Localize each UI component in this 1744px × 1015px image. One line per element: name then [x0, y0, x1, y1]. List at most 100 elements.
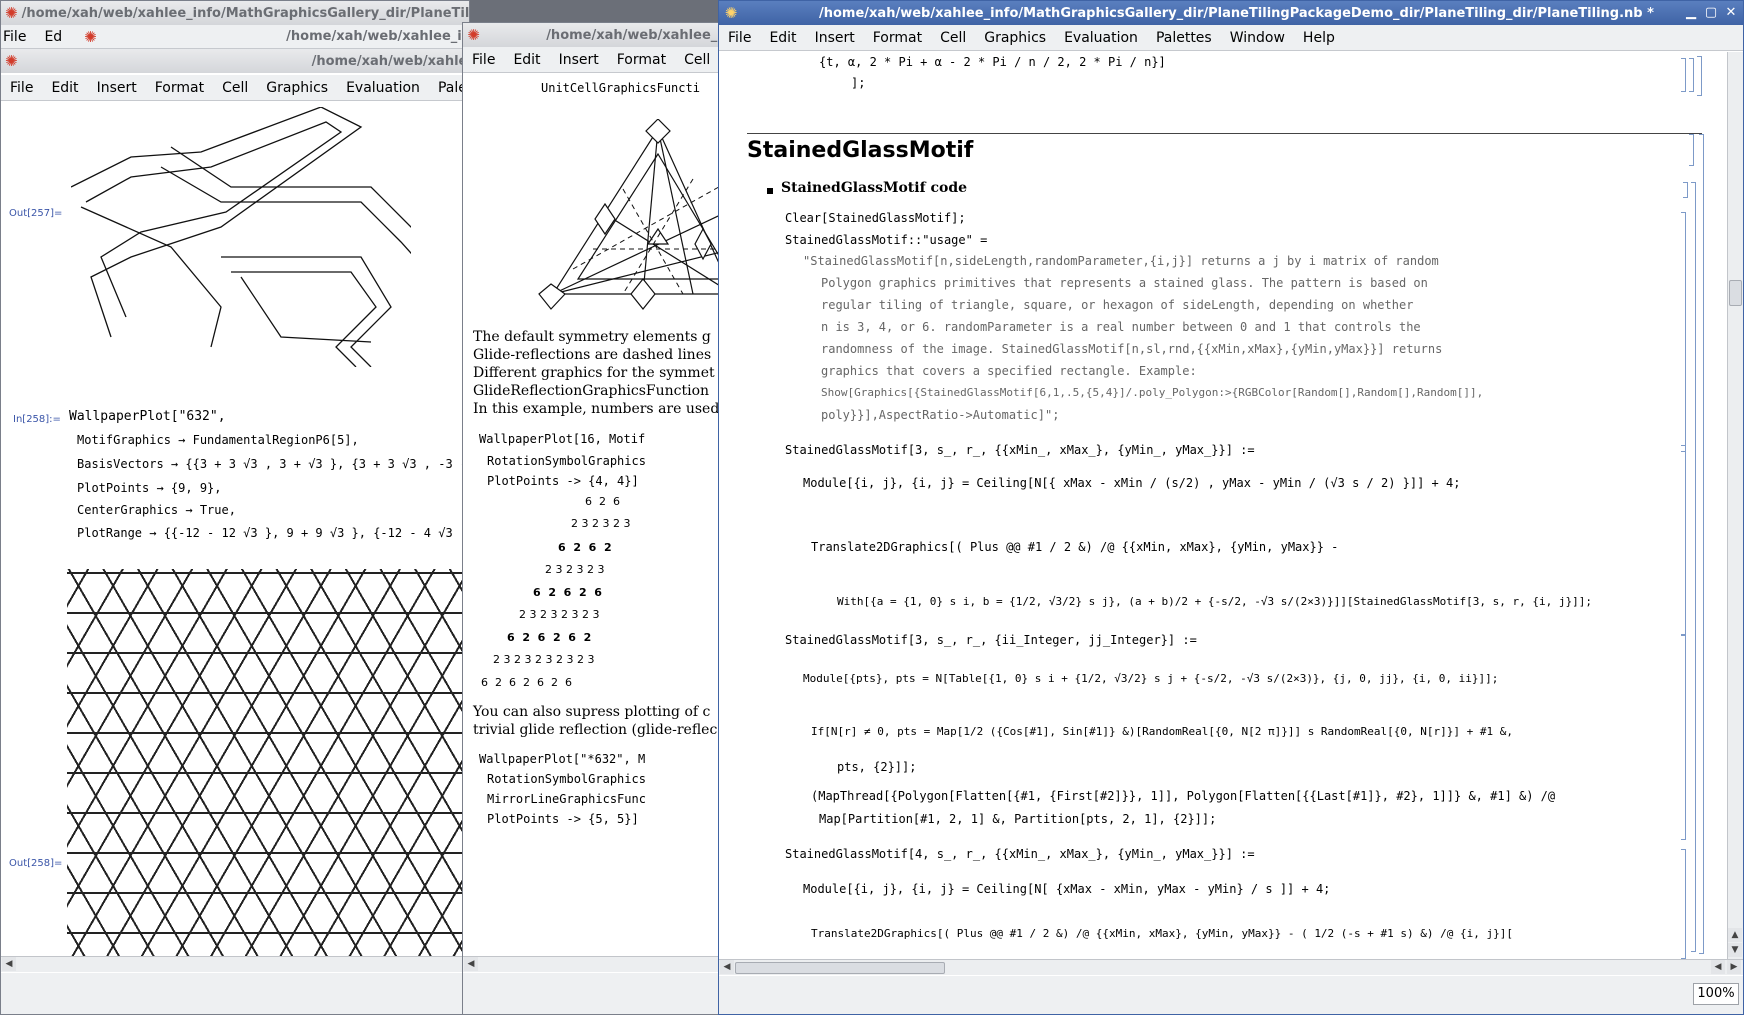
code-line[interactable]: PlotPoints -> {5, 5}] [487, 812, 639, 826]
menu-palettes[interactable]: Palettes [1147, 30, 1221, 46]
menu-format[interactable]: Format [146, 80, 213, 96]
code-line[interactable]: WallpaperPlot[16, Motif [479, 432, 645, 446]
cell-bracket[interactable] [1697, 56, 1702, 96]
scroll-up-arrow-icon[interactable]: ▲ [1728, 928, 1742, 942]
front-horizontal-scrollbar[interactable]: ◀ ◀ ▶ [719, 959, 1743, 975]
code-line[interactable]: PlotRange → {{-12 - 12 √3 }, 9 + 9 √3 },… [77, 526, 467, 540]
middle-horizontal-scrollbar[interactable]: ◀ [463, 956, 731, 972]
menu-file[interactable]: File [1, 80, 42, 96]
cell-bracket[interactable] [1689, 134, 1694, 166]
front-vertical-scrollbar[interactable]: ▲ ▼ [1727, 52, 1743, 959]
menu-format[interactable]: Format [608, 52, 675, 68]
code-line[interactable]: pts, {2}]]; [837, 760, 916, 774]
cell-bracket[interactable] [1691, 182, 1696, 952]
code-line[interactable]: CenterGraphics → True, [77, 503, 236, 517]
code-line[interactable]: RotationSymbolGraphics [487, 454, 646, 468]
code-line[interactable]: StainedGlassMotif[4, s_, r_, {{xMin_, xM… [785, 847, 1255, 861]
code-line[interactable]: PlotPoints -> {4, 4}] [487, 474, 639, 488]
left-horizontal-scrollbar[interactable]: ◀ [1, 956, 469, 972]
usage-string-line[interactable]: "StainedGlassMotif[n,sideLength,randomPa… [803, 254, 1439, 268]
minimize-icon[interactable]: ▁ [1683, 5, 1699, 21]
code-line[interactable]: With[{a = {1, 0} s i, b = {1/2, √3/2} s … [837, 595, 1592, 608]
menu-window[interactable]: Window [1221, 30, 1294, 46]
menu-edit[interactable]: Edit [504, 52, 549, 68]
code-line[interactable]: RotationSymbolGraphics [487, 772, 646, 786]
code-line[interactable]: WallpaperPlot["632", [69, 409, 226, 424]
close-icon[interactable]: ✕ [1723, 5, 1739, 21]
usage-string-line[interactable]: poly}}],AspectRatio->Automatic]"; [821, 408, 1059, 422]
code-line[interactable]: StainedGlassMotif::"usage" = [785, 233, 987, 247]
scroll-left-arrow-icon[interactable]: ◀ [720, 960, 734, 974]
usage-string-line[interactable]: n is 3, 4, or 6. randomParameter is a re… [821, 320, 1421, 334]
code-line[interactable]: UnitCellGraphicsFuncti [541, 81, 700, 95]
code-line[interactable]: Clear[StainedGlassMotif]; [785, 211, 966, 225]
scroll-left-arrow-icon[interactable]: ◀ [1711, 960, 1725, 974]
cell-bracket[interactable] [1681, 849, 1686, 959]
code-line[interactable]: StainedGlassMotif[3, s_, r_, {{xMin_, xM… [785, 443, 1255, 457]
front-window-titlebar[interactable]: ✺ /home/xah/web/xahlee_info/MathGraphics… [719, 1, 1743, 25]
code-line[interactable]: Translate2DGraphics[( Plus @@ #1 / 2 &) … [811, 540, 1338, 554]
usage-string-line[interactable]: graphics that covers a specified rectang… [821, 364, 1197, 378]
menu-edit[interactable]: Edit [760, 30, 805, 46]
code-line[interactable]: If[N[r] ≠ 0, pts = Map[1/2 ({Cos[#1], Si… [811, 725, 1513, 738]
code-line[interactable]: Map[Partition[#1, 2, 1] &, Partition[pts… [819, 812, 1216, 826]
subsection-title[interactable]: StainedGlassMotif code [781, 180, 967, 196]
code-line[interactable]: Module[{pts}, pts = N[Table[{1, 0} s i +… [803, 672, 1498, 685]
scroll-left-arrow-icon[interactable]: ◀ [464, 957, 478, 971]
menu-evaluation[interactable]: Evaluation [1055, 30, 1147, 46]
left-window-titlebar[interactable]: ✺ /home/xah/web/xahlee_info/MathGraphics… [1, 1, 469, 25]
output-label-258: Out[258]= [9, 858, 63, 869]
menu-cell[interactable]: Cell [931, 30, 975, 46]
scroll-down-arrow-icon[interactable]: ▼ [1728, 943, 1742, 957]
cell-bracket[interactable] [1689, 58, 1694, 92]
code-line[interactable]: StainedGlassMotif[3, s_, r_, {ii_Integer… [785, 633, 1197, 647]
usage-string-line[interactable]: Polygon graphics primitives that represe… [821, 276, 1428, 290]
mathematica-star-icon: ✺ [84, 27, 97, 46]
menu-file[interactable]: File [719, 30, 760, 46]
middle-window-titlebar[interactable]: ✺ /home/xah/web/xahlee_in [463, 23, 731, 47]
section-title[interactable]: StainedGlassMotif [747, 138, 973, 163]
menu-insert[interactable]: Insert [88, 80, 146, 96]
code-line[interactable]: (MapThread[{Polygon[Flatten[{#1, {First[… [811, 789, 1555, 803]
code-line[interactable]: Translate2DGraphics[( Plus @@ #1 / 2 &) … [811, 927, 1513, 940]
code-line[interactable]: PlotPoints → {9, 9}, [77, 481, 222, 495]
scroll-right-arrow-icon[interactable]: ▶ [1727, 960, 1741, 974]
usage-string-line[interactable]: randomness of the image. StainedGlassMot… [821, 342, 1442, 356]
menu-insert[interactable]: Insert [806, 30, 864, 46]
code-line[interactable]: Module[{i, j}, {i, j} = Ceiling[N[ {xMax… [803, 882, 1330, 896]
code-line[interactable]: {t, α, 2 * Pi + α - 2 * Pi / n / 2, 2 * … [819, 55, 1166, 69]
cell-bracket[interactable] [1699, 134, 1704, 954]
maximize-icon[interactable]: ▢ [1703, 5, 1719, 21]
symmetry-number-row: 6 2 6 2 [558, 541, 612, 554]
menu-graphics[interactable]: Graphics [257, 80, 337, 96]
menu-cell[interactable]: Cell [675, 52, 719, 68]
cell-bracket[interactable] [1681, 445, 1686, 635]
menu-format[interactable]: Format [864, 30, 931, 46]
cell-bracket[interactable] [1681, 212, 1686, 452]
code-line[interactable]: Module[{i, j}, {i, j} = Ceiling[N[{ xMax… [803, 476, 1460, 490]
code-line[interactable]: BasisVectors → {{3 + 3 √3 , 3 + √3 }, {3… [77, 457, 467, 471]
menu-file-partial[interactable]: File [1, 29, 35, 45]
usage-string-line[interactable]: Show[Graphics[{StainedGlassMotif[6,1,.5,… [821, 386, 1483, 399]
code-line[interactable]: ]; [851, 76, 865, 90]
menu-graphics[interactable]: Graphics [975, 30, 1055, 46]
zoom-level[interactable]: 100% [1693, 983, 1739, 1005]
code-line[interactable]: MirrorLineGraphicsFunc [487, 792, 646, 806]
cell-bracket[interactable] [1681, 58, 1686, 92]
code-line[interactable]: MotifGraphics → FundamentalRegionP6[5], [77, 433, 359, 447]
vertical-scroll-thumb[interactable] [1729, 280, 1742, 306]
cell-bracket[interactable] [1683, 182, 1688, 198]
code-line[interactable]: WallpaperPlot["*632", M [479, 752, 645, 766]
cell-bracket[interactable] [1681, 635, 1686, 840]
menu-file[interactable]: File [463, 52, 504, 68]
horizontal-scroll-thumb[interactable] [735, 962, 945, 974]
usage-string-line[interactable]: regular tiling of triangle, square, or h… [821, 298, 1413, 312]
menu-edit-partial[interactable]: Ed [35, 29, 71, 45]
menu-cell[interactable]: Cell [213, 80, 257, 96]
left-back-titlebar[interactable]: ✺ /home/xah/web/xahlee_in [1, 49, 469, 73]
menu-evaluation[interactable]: Evaluation [337, 80, 429, 96]
scroll-left-arrow-icon[interactable]: ◀ [2, 957, 16, 971]
menu-help[interactable]: Help [1294, 30, 1344, 46]
menu-insert[interactable]: Insert [550, 52, 608, 68]
menu-edit[interactable]: Edit [42, 80, 87, 96]
